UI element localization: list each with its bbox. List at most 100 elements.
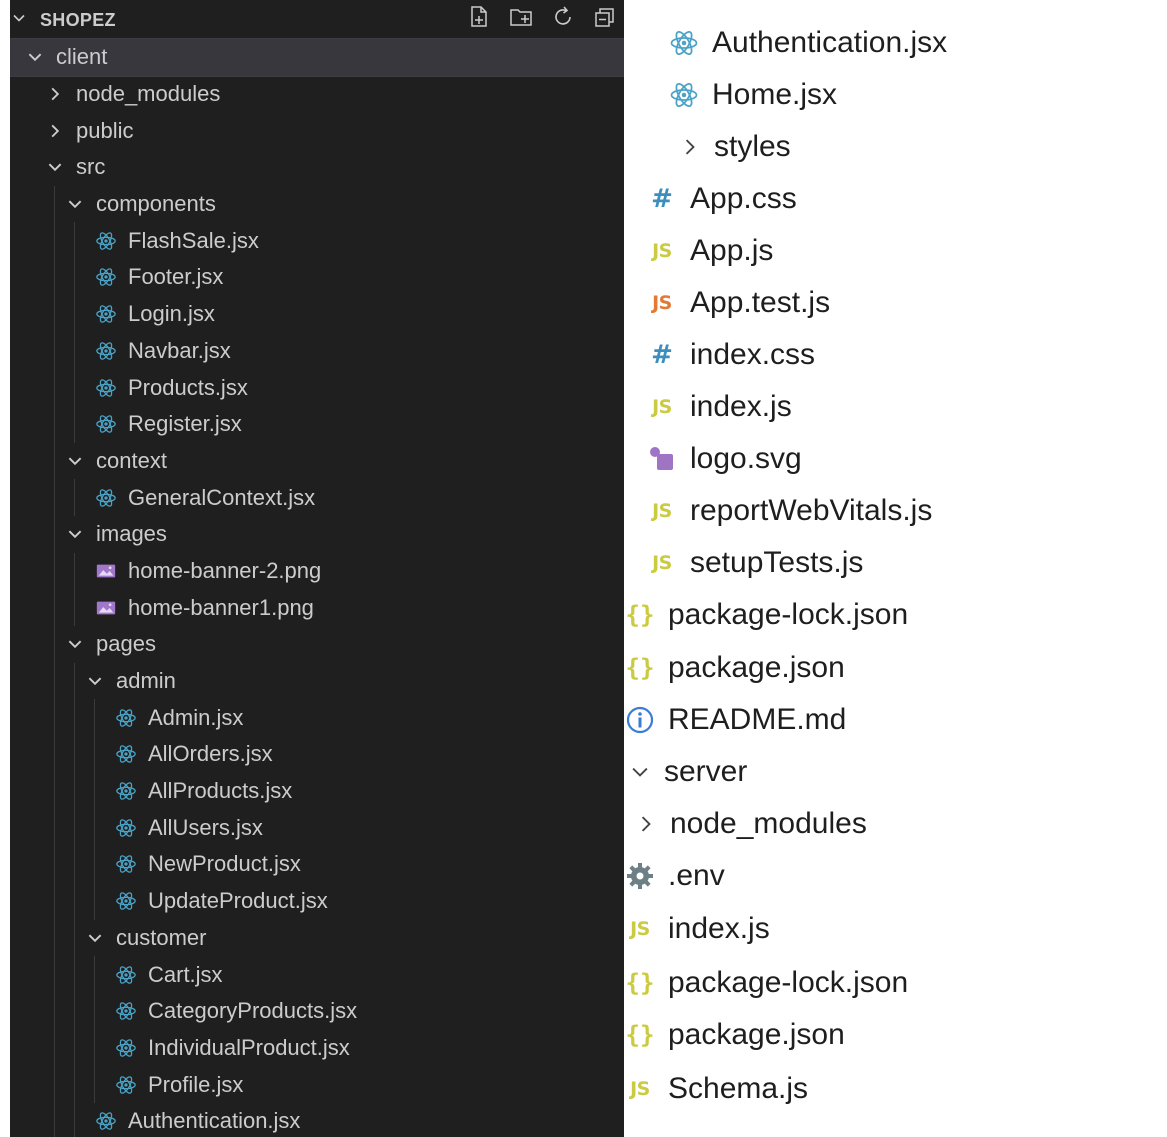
chevron-down-icon — [64, 633, 86, 655]
file-profile-jsx[interactable]: Profile.jsx — [10, 1066, 624, 1103]
tree-item-label: package-lock.json — [668, 598, 909, 631]
folder-admin[interactable]: admin — [10, 662, 624, 700]
tree-item-label: Authentication.jsx — [128, 1108, 301, 1134]
chevron-down-icon — [626, 758, 654, 786]
file-home-jsx[interactable]: Home.jsx — [668, 72, 837, 118]
tree-item-label: README.md — [668, 703, 847, 736]
folder-src[interactable]: src — [10, 149, 624, 186]
file-updateproduct-jsx[interactable]: UpdateProduct.jsx — [10, 882, 624, 920]
indent-guide — [54, 846, 55, 883]
react-file-icon — [114, 742, 138, 766]
file-readme-md[interactable]: README.md — [624, 697, 846, 743]
folder-context[interactable]: context — [10, 442, 624, 480]
tree-item-label: CategoryProducts.jsx — [148, 998, 358, 1024]
react-file-icon — [94, 376, 118, 400]
file-logo-svg[interactable]: logo.svg — [646, 436, 802, 482]
file-package-lock-json[interactable]: {} package-lock.json — [624, 960, 909, 1006]
gear-icon — [624, 860, 656, 892]
indent-guide — [54, 479, 55, 516]
file-flashsale-jsx[interactable]: FlashSale.jsx — [10, 222, 624, 260]
indent-guide — [94, 992, 95, 1030]
file-login-jsx[interactable]: Login.jsx — [10, 295, 624, 333]
indent-guide — [74, 882, 75, 920]
js-file-icon: JS — [652, 396, 672, 418]
file-package-json[interactable]: {} package.json — [624, 645, 845, 691]
file-package-lock-json[interactable]: {} package-lock.json — [624, 592, 909, 638]
folder-server[interactable]: server — [626, 749, 747, 795]
folder-node-modules[interactable]: node_modules — [632, 801, 867, 847]
file-allusers-jsx[interactable]: AllUsers.jsx — [10, 809, 624, 847]
file-package-json[interactable]: {} package.json — [624, 1012, 845, 1058]
explorer-panel-zoomed: Authentication.jsx Home.jsx styles # App.css… — [624, 0, 1167, 1137]
file-allproducts-jsx[interactable]: AllProducts.jsx — [10, 772, 624, 810]
file-authentication-jsx[interactable]: Authentication.jsx — [668, 20, 947, 66]
new-file-icon[interactable] — [466, 4, 492, 30]
indent-guide — [54, 552, 55, 590]
new-folder-icon[interactable] — [508, 4, 534, 30]
file-navbar-jsx[interactable]: Navbar.jsx — [10, 332, 624, 370]
file-app-css[interactable]: # App.css — [646, 176, 797, 222]
tree-item-label: index.css — [690, 338, 816, 371]
indent-guide — [74, 699, 75, 737]
react-file-icon — [114, 779, 138, 803]
file-home-banner1-png[interactable]: home-banner1.png — [10, 589, 624, 626]
folder-public[interactable]: public — [10, 112, 624, 149]
file-generalcontext-jsx[interactable]: GeneralContext.jsx — [10, 479, 624, 516]
indent-guide — [54, 1029, 55, 1067]
refresh-icon[interactable] — [550, 4, 576, 30]
file-index-css[interactable]: # index.css — [646, 332, 815, 378]
tree-item-label: index.js — [668, 912, 770, 945]
chevron-right-icon — [632, 810, 660, 838]
file-newproduct-jsx[interactable]: NewProduct.jsx — [10, 846, 624, 883]
folder-styles[interactable]: styles — [676, 124, 791, 170]
react-file-icon — [114, 816, 138, 840]
indent-guide — [74, 772, 75, 810]
file-app-test-js[interactable]: JS App.test.js — [646, 280, 830, 326]
file-env[interactable]: .env — [624, 853, 725, 899]
file-authentication-jsx[interactable]: Authentication.jsx — [10, 1102, 624, 1137]
tree-item-label: package.json — [668, 651, 845, 684]
file-reportwebvitals-js[interactable]: JS reportWebVitals.js — [646, 488, 932, 534]
tree-item-label: logo.svg — [690, 442, 802, 475]
tree-item-label: images — [96, 521, 167, 547]
folder-pages[interactable]: pages — [10, 626, 624, 663]
file-index-js[interactable]: JS index.js — [624, 906, 770, 952]
file-register-jsx[interactable]: Register.jsx — [10, 405, 624, 443]
file-index-js[interactable]: JS index.js — [646, 384, 792, 430]
file-home-banner-2-png[interactable]: home-banner-2.png — [10, 552, 624, 590]
indent-guide — [54, 1102, 55, 1137]
react-file-icon — [94, 412, 118, 436]
react-file-icon — [114, 852, 138, 876]
indent-guide — [94, 956, 95, 993]
folder-node-modules[interactable]: node_modules — [10, 76, 624, 113]
folder-images[interactable]: images — [10, 515, 624, 553]
file-products-jsx[interactable]: Products.jsx — [10, 369, 624, 406]
file-individualproduct-jsx[interactable]: IndividualProduct.jsx — [10, 1029, 624, 1067]
collapse-all-icon[interactable] — [592, 4, 618, 30]
file-setuptests-js[interactable]: JS setupTests.js — [646, 540, 863, 586]
folder-client[interactable]: client — [10, 38, 624, 77]
indent-guide — [54, 589, 55, 626]
indent-guide — [54, 515, 55, 553]
file-app-js[interactable]: JS App.js — [646, 228, 773, 274]
file-allorders-jsx[interactable]: AllOrders.jsx — [10, 736, 624, 773]
explorer-root-title: SHOPEZ — [40, 9, 116, 30]
js-file-icon: JS — [652, 552, 672, 574]
file-schema-js[interactable]: JS Schema.js — [624, 1066, 808, 1112]
folder-components[interactable]: components — [10, 185, 624, 223]
chevron-down-icon — [64, 193, 86, 215]
tree-item-label: Cart.jsx — [148, 961, 223, 987]
file-admin-jsx[interactable]: Admin.jsx — [10, 699, 624, 737]
file-cart-jsx[interactable]: Cart.jsx — [10, 956, 624, 993]
chevron-down-icon — [44, 156, 66, 178]
indent-guide — [94, 772, 95, 810]
folder-customer[interactable]: customer — [10, 919, 624, 957]
explorer-panel-dark: SHOPEZ client node_modules public src compon… — [10, 0, 624, 1137]
indent-guide — [54, 222, 55, 260]
file-footer-jsx[interactable]: Footer.jsx — [10, 259, 624, 296]
client-file-tree: client node_modules public src components Fla… — [10, 38, 624, 1137]
indent-guide — [74, 259, 75, 296]
chevron-down-icon — [64, 450, 86, 472]
file-categoryproducts-jsx[interactable]: CategoryProducts.jsx — [10, 992, 624, 1030]
explorer-root-header[interactable]: SHOPEZ — [10, 0, 624, 40]
